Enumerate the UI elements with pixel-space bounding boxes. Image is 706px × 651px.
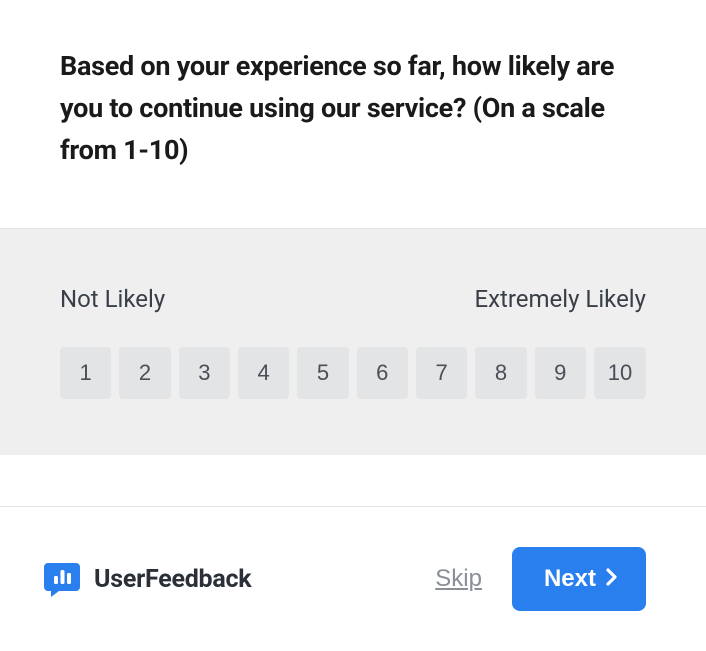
next-button-label: Next: [544, 565, 596, 593]
brand-name: UserFeedback: [94, 565, 251, 594]
rating-button-1[interactable]: 1: [60, 347, 111, 399]
rating-button-4[interactable]: 4: [238, 347, 289, 399]
rating-labels: Not Likely Extremely Likely: [60, 285, 646, 313]
rating-button-6[interactable]: 6: [357, 347, 408, 399]
chevron-right-icon: [606, 565, 618, 593]
rating-buttons-row: 1 2 3 4 5 6 7 8 9 10: [60, 347, 646, 399]
question-section: Based on your experience so far, how lik…: [0, 0, 706, 228]
rating-button-9[interactable]: 9: [535, 347, 586, 399]
brand: UserFeedback: [42, 559, 251, 599]
skip-button[interactable]: Skip: [435, 565, 482, 593]
footer-actions: Skip Next: [435, 547, 646, 611]
question-text: Based on your experience so far, how lik…: [60, 46, 646, 172]
rating-button-3[interactable]: 3: [179, 347, 230, 399]
rating-button-2[interactable]: 2: [119, 347, 170, 399]
rating-button-5[interactable]: 5: [297, 347, 348, 399]
next-button[interactable]: Next: [512, 547, 646, 611]
rating-button-10[interactable]: 10: [594, 347, 646, 399]
rating-high-label: Extremely Likely: [474, 285, 646, 313]
rating-section: Not Likely Extremely Likely 1 2 3 4 5 6 …: [0, 228, 706, 455]
rating-button-7[interactable]: 7: [416, 347, 467, 399]
chat-bars-icon: [42, 559, 82, 599]
footer-section: UserFeedback Skip Next: [0, 506, 706, 651]
rating-button-8[interactable]: 8: [475, 347, 526, 399]
rating-low-label: Not Likely: [60, 285, 165, 313]
